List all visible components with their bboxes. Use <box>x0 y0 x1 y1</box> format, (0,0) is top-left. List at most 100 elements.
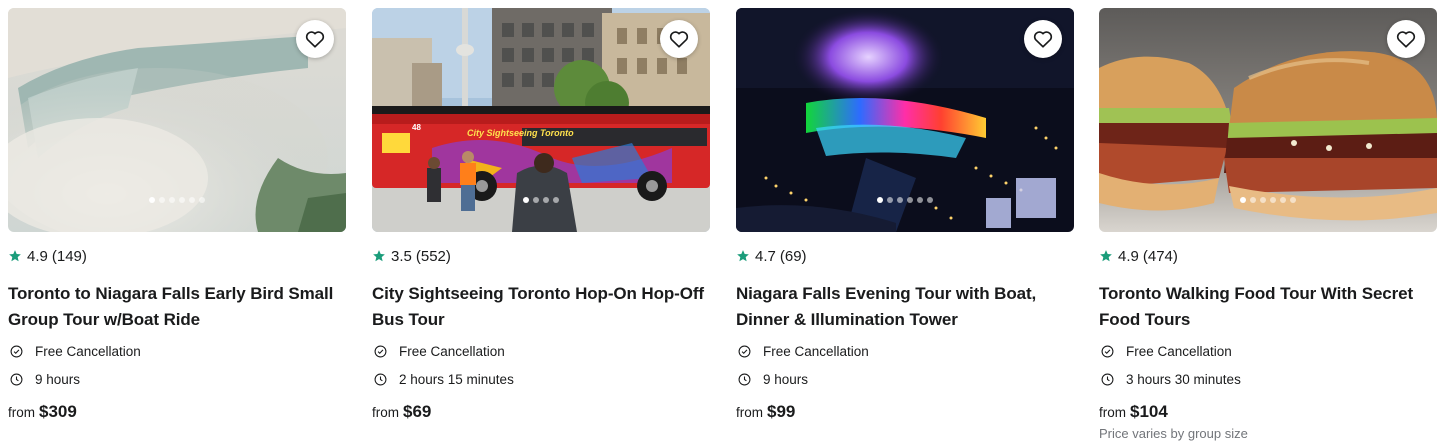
activity-title[interactable]: Toronto to Niagara Falls Early Bird Smal… <box>8 281 346 333</box>
heart-icon <box>1033 31 1053 48</box>
check-circle-icon <box>10 345 23 357</box>
duration: 3 hours 30 minutes <box>1099 369 1437 389</box>
clock-icon <box>10 373 23 385</box>
activity-card[interactable]: 4.9 (149) Toronto to Niagara Falls Early… <box>8 8 346 422</box>
carousel-dot[interactable] <box>1280 197 1286 203</box>
rating: 4.9 (474) <box>1099 246 1437 266</box>
wishlist-button[interactable] <box>660 20 698 58</box>
price: from $99 <box>736 402 1074 422</box>
carousel-dot[interactable] <box>533 197 539 203</box>
check-circle-icon <box>738 345 751 357</box>
carousel-dot[interactable] <box>897 197 903 203</box>
cancellation-label: Free Cancellation <box>1126 343 1232 359</box>
clock-icon <box>738 373 751 385</box>
carousel-dot[interactable] <box>189 197 195 203</box>
cancellation-policy: Free Cancellation <box>372 341 710 361</box>
rating: 4.9 (149) <box>8 246 346 266</box>
activity-title[interactable]: Toronto Walking Food Tour With Secret Fo… <box>1099 281 1437 333</box>
activity-card-list: 4.9 (149) Toronto to Niagara Falls Early… <box>0 0 1440 444</box>
carousel-dot[interactable] <box>169 197 175 203</box>
duration-label: 2 hours 15 minutes <box>399 371 514 387</box>
carousel-dot[interactable] <box>149 197 155 203</box>
cancellation-policy: Free Cancellation <box>8 341 346 361</box>
heart-icon <box>1396 31 1416 48</box>
price-amount: $104 <box>1130 402 1168 421</box>
carousel-dot[interactable] <box>179 197 185 203</box>
carousel-dot[interactable] <box>159 197 165 203</box>
carousel-dot[interactable] <box>1270 197 1276 203</box>
price-amount: $99 <box>767 402 796 421</box>
carousel-dot[interactable] <box>553 197 559 203</box>
price-amount: $69 <box>403 402 432 421</box>
review-count: (149) <box>51 247 87 265</box>
cancellation-policy: Free Cancellation <box>736 341 1074 361</box>
star-icon <box>737 250 749 262</box>
price-note: Price varies by group size <box>1099 426 1248 441</box>
carousel-dot[interactable] <box>907 197 913 203</box>
carousel-dot[interactable] <box>1240 197 1246 203</box>
price-prefix: from <box>736 405 763 420</box>
photo-carousel-dots[interactable] <box>372 197 710 203</box>
carousel-dot[interactable] <box>199 197 205 203</box>
star-icon <box>1100 250 1112 262</box>
cancellation-label: Free Cancellation <box>763 343 869 359</box>
check-circle-icon <box>1101 345 1114 357</box>
carousel-dot[interactable] <box>877 197 883 203</box>
price-prefix: from <box>8 405 35 420</box>
rating-value: 4.9 <box>1118 247 1139 265</box>
price: from $309 <box>8 402 346 422</box>
carousel-dot[interactable] <box>917 197 923 203</box>
card-photo[interactable] <box>736 8 1074 232</box>
card-photo[interactable] <box>8 8 346 232</box>
price: from $104 <box>1099 402 1437 422</box>
rating-value: 3.5 <box>391 247 412 265</box>
card-photo[interactable] <box>1099 8 1437 232</box>
carousel-dot[interactable] <box>1250 197 1256 203</box>
cancellation-label: Free Cancellation <box>399 343 505 359</box>
photo-carousel-dots[interactable] <box>8 197 346 203</box>
photo-carousel-dots[interactable] <box>1099 197 1437 203</box>
activity-title[interactable]: Niagara Falls Evening Tour with Boat, Di… <box>736 281 1074 333</box>
carousel-dot[interactable] <box>523 197 529 203</box>
star-icon <box>9 250 21 262</box>
wishlist-button[interactable] <box>1024 20 1062 58</box>
heart-icon <box>669 31 689 48</box>
bus-sign: City Sightseeing Toronto <box>467 128 574 138</box>
activity-title[interactable]: City Sightseeing Toronto Hop-On Hop-Off … <box>372 281 710 333</box>
review-count: (69) <box>779 247 807 265</box>
duration: 9 hours <box>736 369 1074 389</box>
activity-card[interactable]: 4.9 (474) Toronto Walking Food Tour With… <box>1099 8 1437 441</box>
carousel-dot[interactable] <box>927 197 933 203</box>
carousel-dot[interactable] <box>1260 197 1266 203</box>
review-count: (474) <box>1142 247 1178 265</box>
duration: 9 hours <box>8 369 346 389</box>
wishlist-button[interactable] <box>1387 20 1425 58</box>
price: from $69 <box>372 402 710 422</box>
carousel-dot[interactable] <box>887 197 893 203</box>
carousel-dot[interactable] <box>543 197 549 203</box>
activity-card[interactable]: 4.7 (69) Niagara Falls Evening Tour with… <box>736 8 1074 422</box>
price-amount: $309 <box>39 402 77 421</box>
cancellation-label: Free Cancellation <box>35 343 141 359</box>
carousel-dot[interactable] <box>1290 197 1296 203</box>
photo-carousel-dots[interactable] <box>736 197 1074 203</box>
cancellation-policy: Free Cancellation <box>1099 341 1437 361</box>
clock-icon <box>1101 373 1114 385</box>
clock-icon <box>374 373 387 385</box>
wishlist-button[interactable] <box>296 20 334 58</box>
heart-icon <box>305 31 325 48</box>
price-prefix: from <box>372 405 399 420</box>
duration-label: 3 hours 30 minutes <box>1126 371 1241 387</box>
rating: 3.5 (552) <box>372 246 710 266</box>
duration: 2 hours 15 minutes <box>372 369 710 389</box>
duration-label: 9 hours <box>763 371 809 387</box>
review-count: (552) <box>415 247 451 265</box>
activity-card[interactable]: 48 City Sightseeing Toronto 3.5 (552) Ci… <box>372 8 710 422</box>
price-prefix: from <box>1099 405 1126 420</box>
rating: 4.7 (69) <box>736 246 1074 266</box>
bus-number-sign: 48 <box>412 123 421 132</box>
card-photo[interactable]: 48 City Sightseeing Toronto <box>372 8 710 232</box>
star-icon <box>373 250 385 262</box>
rating-value: 4.9 <box>27 247 48 265</box>
duration-label: 9 hours <box>35 371 81 387</box>
